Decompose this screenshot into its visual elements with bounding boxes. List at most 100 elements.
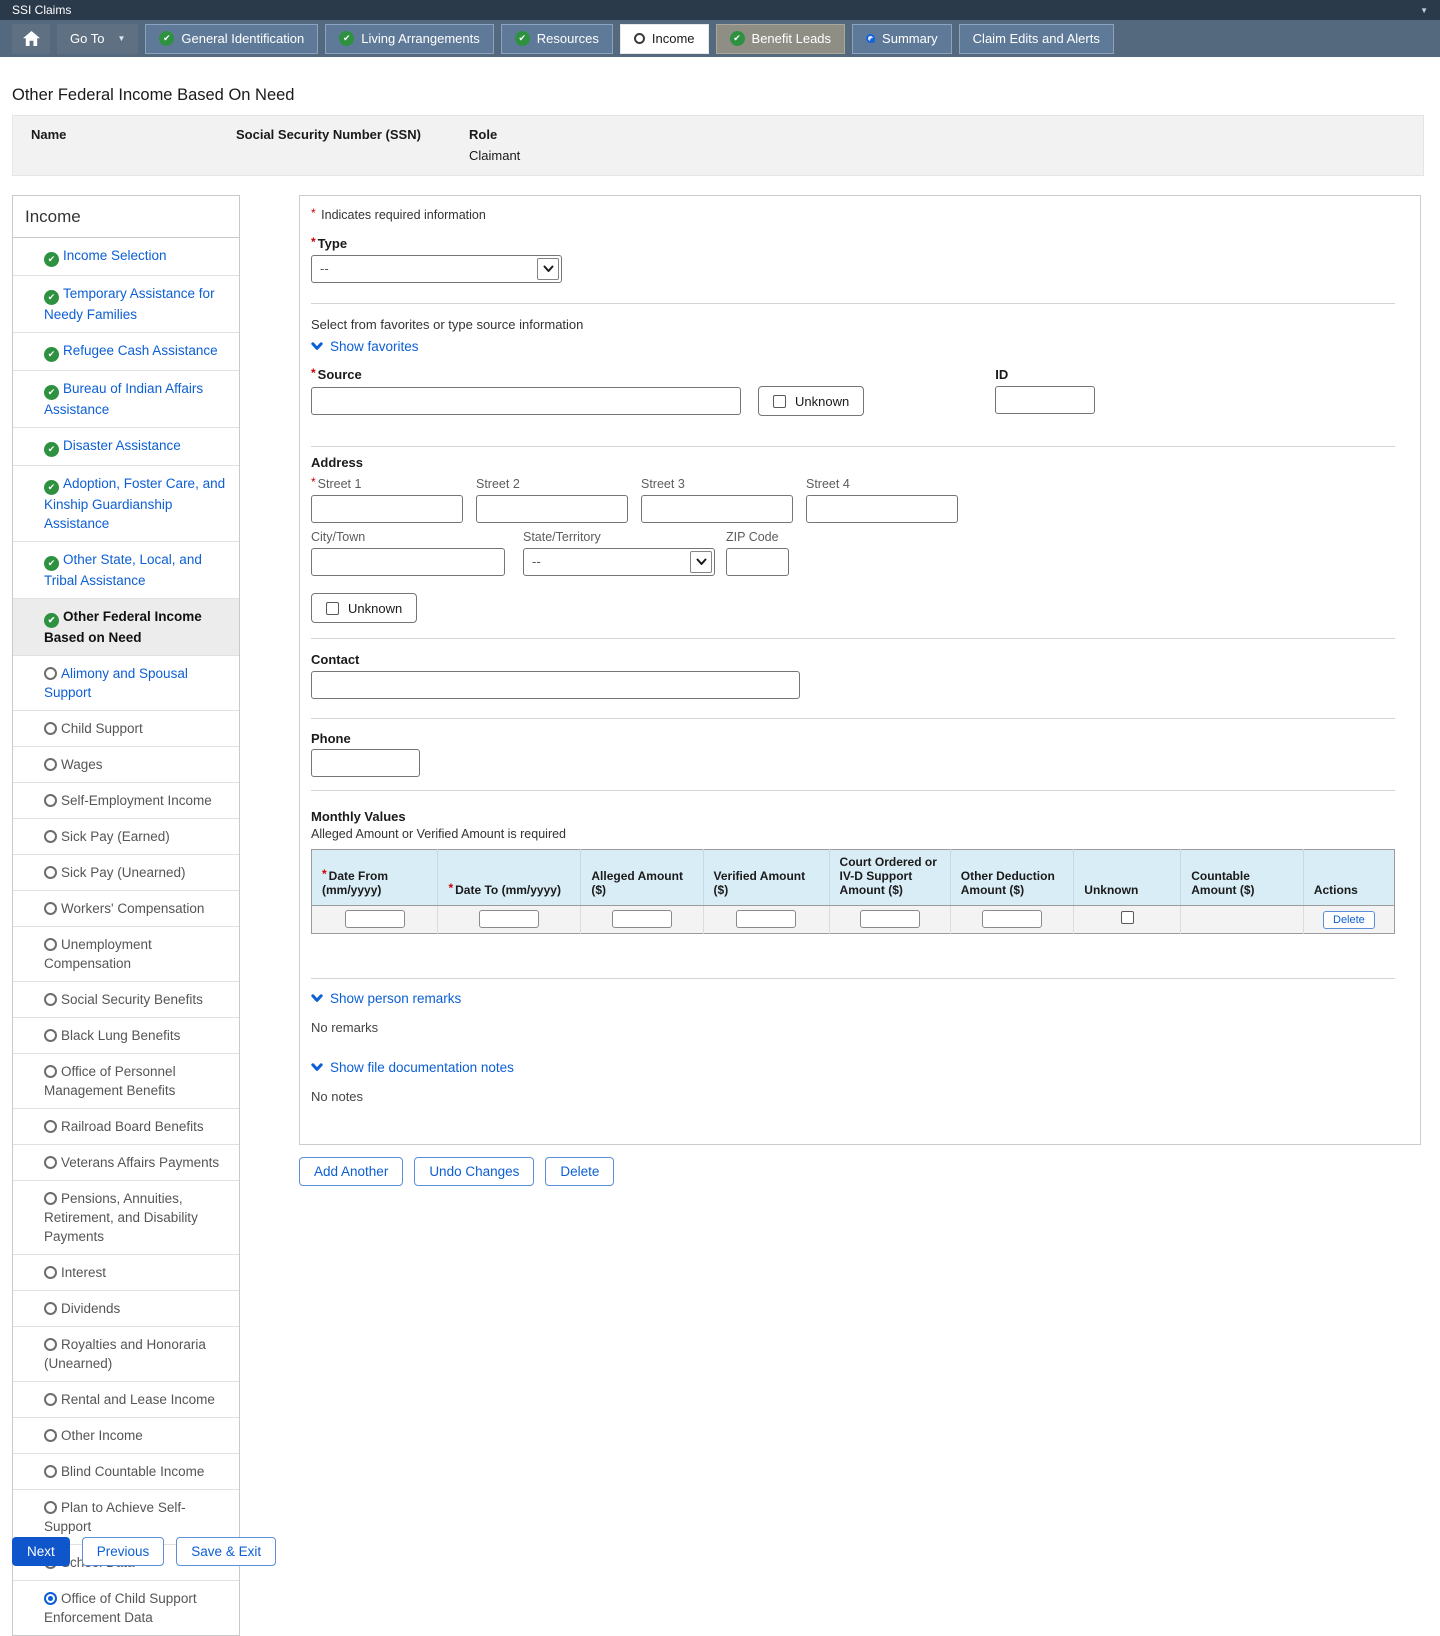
- circle-icon: [44, 1266, 57, 1279]
- source-input[interactable]: [311, 387, 741, 415]
- row-delete-button[interactable]: Delete: [1323, 911, 1375, 929]
- sidebar-item-income-selection[interactable]: ✔ Income Selection: [13, 238, 239, 276]
- sidebar-item-blind-countable-income[interactable]: Blind Countable Income: [13, 1454, 239, 1490]
- street1-input[interactable]: [311, 495, 463, 523]
- sidebar-item-pensions-annuities-retirement-and-disability-payments[interactable]: Pensions, Annuities, Retirement, and Dis…: [13, 1181, 239, 1255]
- income-form-panel: * Indicates required information * Type -…: [299, 195, 1421, 1145]
- sidebar-item-label: Income Selection: [63, 248, 167, 263]
- sidebar-item-label: Disaster Assistance: [63, 438, 181, 453]
- contact-input[interactable]: [311, 671, 800, 699]
- street4-input[interactable]: [806, 495, 958, 523]
- sidebar-item-label: Dividends: [61, 1301, 121, 1316]
- check-icon: ✔: [729, 31, 745, 46]
- type-select[interactable]: --: [311, 255, 562, 283]
- tab-general-identification[interactable]: ✔ General Identification: [145, 23, 319, 54]
- state-label: State/Territory: [523, 530, 601, 544]
- column-header-verified-amount: Verified Amount ($): [703, 849, 830, 906]
- sidebar-item-temporary-assistance-for-needy-families[interactable]: ✔ Temporary Assistance for Needy Families: [13, 276, 239, 333]
- column-header-date-from-mm-yyyy: * Date From (mm/yyyy): [311, 849, 439, 906]
- sidebar-item-disaster-assistance[interactable]: ✔ Disaster Assistance: [13, 428, 239, 466]
- menu-caret-icon[interactable]: ▼: [1420, 6, 1428, 15]
- add-another-button[interactable]: Add Another: [299, 1157, 404, 1186]
- check-circle-icon: ✔: [44, 290, 59, 305]
- circle-icon: [44, 938, 57, 951]
- state-select[interactable]: --: [523, 548, 715, 576]
- id-label: ID: [995, 367, 1009, 382]
- sidebar-item-adoption-foster-care-and-kinship-guardianship-assistance[interactable]: ✔ Adoption, Foster Care, and Kinship Guar…: [13, 466, 239, 542]
- previous-button[interactable]: Previous: [81, 1537, 165, 1566]
- name-label: Name: [31, 127, 67, 142]
- sidebar-item-workers-compensation[interactable]: Workers' Compensation: [13, 891, 239, 927]
- table-input-court-ordered-or-iv-d-support-amount[interactable]: [859, 910, 920, 929]
- sidebar-item-office-of-child-support-enforcement-data[interactable]: Office of Child Support Enforcement Data: [13, 1581, 239, 1635]
- sidebar-item-interest[interactable]: Interest: [13, 1255, 239, 1291]
- sidebar-item-label: Black Lung Benefits: [61, 1028, 181, 1043]
- home-button[interactable]: [12, 23, 50, 54]
- tab-benefit-leads[interactable]: ✔ Benefit Leads: [715, 23, 846, 54]
- checkbox-icon[interactable]: [1120, 910, 1134, 924]
- tab-summary[interactable]: Summary: [852, 23, 952, 54]
- city-input[interactable]: [311, 548, 505, 576]
- column-header-date-to-mm-yyyy: * Date To (mm/yyyy): [437, 849, 582, 906]
- sidebar-item-veterans-affairs-payments[interactable]: Veterans Affairs Payments: [13, 1145, 239, 1181]
- address-unknown-checkbox[interactable]: Unknown: [311, 593, 418, 623]
- dropdown-arrow-icon: [690, 551, 712, 573]
- delete-button[interactable]: Delete: [545, 1157, 615, 1186]
- sidebar-item-unemployment-compensation[interactable]: Unemployment Compensation: [13, 927, 239, 982]
- sidebar-item-sick-pay-unearned[interactable]: Sick Pay (Unearned): [13, 855, 239, 891]
- chevron-down-icon: [311, 994, 323, 1002]
- sidebar-item-rental-and-lease-income[interactable]: Rental and Lease Income: [13, 1382, 239, 1418]
- tab-claim-edits-and-alerts[interactable]: Claim Edits and Alerts: [958, 23, 1114, 54]
- column-header-alleged-amount: Alleged Amount ($): [580, 849, 704, 906]
- table-input-verified-amount[interactable]: [736, 910, 797, 929]
- sidebar-item-social-security-benefits[interactable]: Social Security Benefits: [13, 982, 239, 1018]
- source-unknown-checkbox[interactable]: Unknown: [758, 386, 865, 416]
- chevron-down-icon: [311, 342, 323, 350]
- next-button[interactable]: Next: [12, 1537, 70, 1566]
- sidebar-item-label: Child Support: [61, 721, 143, 736]
- phone-input[interactable]: [311, 749, 420, 777]
- table-input-other-deduction-amount[interactable]: [982, 910, 1043, 929]
- sidebar-item-office-of-personnel-management-benefits[interactable]: Office of Personnel Management Benefits: [13, 1054, 239, 1109]
- table-input-alleged-amount[interactable]: [611, 910, 672, 929]
- show-file-notes-link[interactable]: Show file documentation notes: [311, 1060, 514, 1075]
- tab-label: Claim Edits and Alerts: [972, 31, 1100, 46]
- table-input-date-from-mm-yyyy[interactable]: [344, 910, 405, 929]
- sidebar-item-bureau-of-indian-affairs-assistance[interactable]: ✔ Bureau of Indian Affairs Assistance: [13, 371, 239, 428]
- sidebar-item-other-state-local-and-tribal-assistance[interactable]: ✔ Other State, Local, and Tribal Assistan…: [13, 542, 239, 599]
- sidebar-item-self-employment-income[interactable]: Self-Employment Income: [13, 783, 239, 819]
- tab-living-arrangements[interactable]: ✔ Living Arrangements: [325, 23, 494, 54]
- check-circle-icon: ✔: [44, 442, 59, 457]
- sidebar-item-refugee-cash-assistance[interactable]: ✔ Refugee Cash Assistance: [13, 333, 239, 371]
- id-input[interactable]: [995, 386, 1096, 414]
- sidebar-item-wages[interactable]: Wages: [13, 747, 239, 783]
- state-select-value: --: [532, 554, 541, 569]
- tab-income[interactable]: Income: [619, 23, 709, 54]
- sidebar-item-alimony-and-spousal-support[interactable]: Alimony and Spousal Support: [13, 656, 239, 711]
- save-exit-button[interactable]: Save & Exit: [176, 1537, 277, 1566]
- table-input-date-to-mm-yyyy[interactable]: [479, 910, 540, 929]
- goto-button[interactable]: Go To ▼: [57, 23, 139, 54]
- sidebar-item-sick-pay-earned[interactable]: Sick Pay (Earned): [13, 819, 239, 855]
- sidebar-item-other-federal-income-based-on-need[interactable]: ✔ Other Federal Income Based on Need: [13, 599, 239, 656]
- sidebar-item-label: Office of Child Support Enforcement Data: [44, 1591, 197, 1625]
- check-icon: ✔: [159, 31, 175, 46]
- city-label: City/Town: [311, 530, 366, 544]
- sidebar-item-label: Railroad Board Benefits: [61, 1119, 204, 1134]
- sidebar-item-child-support[interactable]: Child Support: [13, 711, 239, 747]
- sidebar-item-other-income[interactable]: Other Income: [13, 1418, 239, 1454]
- type-label: * Type: [311, 235, 348, 251]
- street2-input[interactable]: [476, 495, 628, 523]
- zip-input[interactable]: [726, 548, 789, 576]
- tab-resources[interactable]: ✔ Resources: [500, 23, 613, 54]
- sidebar-item-railroad-board-benefits[interactable]: Railroad Board Benefits: [13, 1109, 239, 1145]
- sidebar-item-dividends[interactable]: Dividends: [13, 1291, 239, 1327]
- show-person-remarks-link[interactable]: Show person remarks: [311, 991, 461, 1006]
- sidebar-item-royalties-and-honoraria-unearned[interactable]: Royalties and Honoraria (Unearned): [13, 1327, 239, 1382]
- undo-changes-button[interactable]: Undo Changes: [414, 1157, 535, 1186]
- street3-input[interactable]: [641, 495, 793, 523]
- street2-label: Street 2: [476, 477, 520, 491]
- show-favorites-link[interactable]: Show favorites: [311, 339, 419, 354]
- sidebar-item-black-lung-benefits[interactable]: Black Lung Benefits: [13, 1018, 239, 1054]
- circle-icon: [633, 33, 645, 44]
